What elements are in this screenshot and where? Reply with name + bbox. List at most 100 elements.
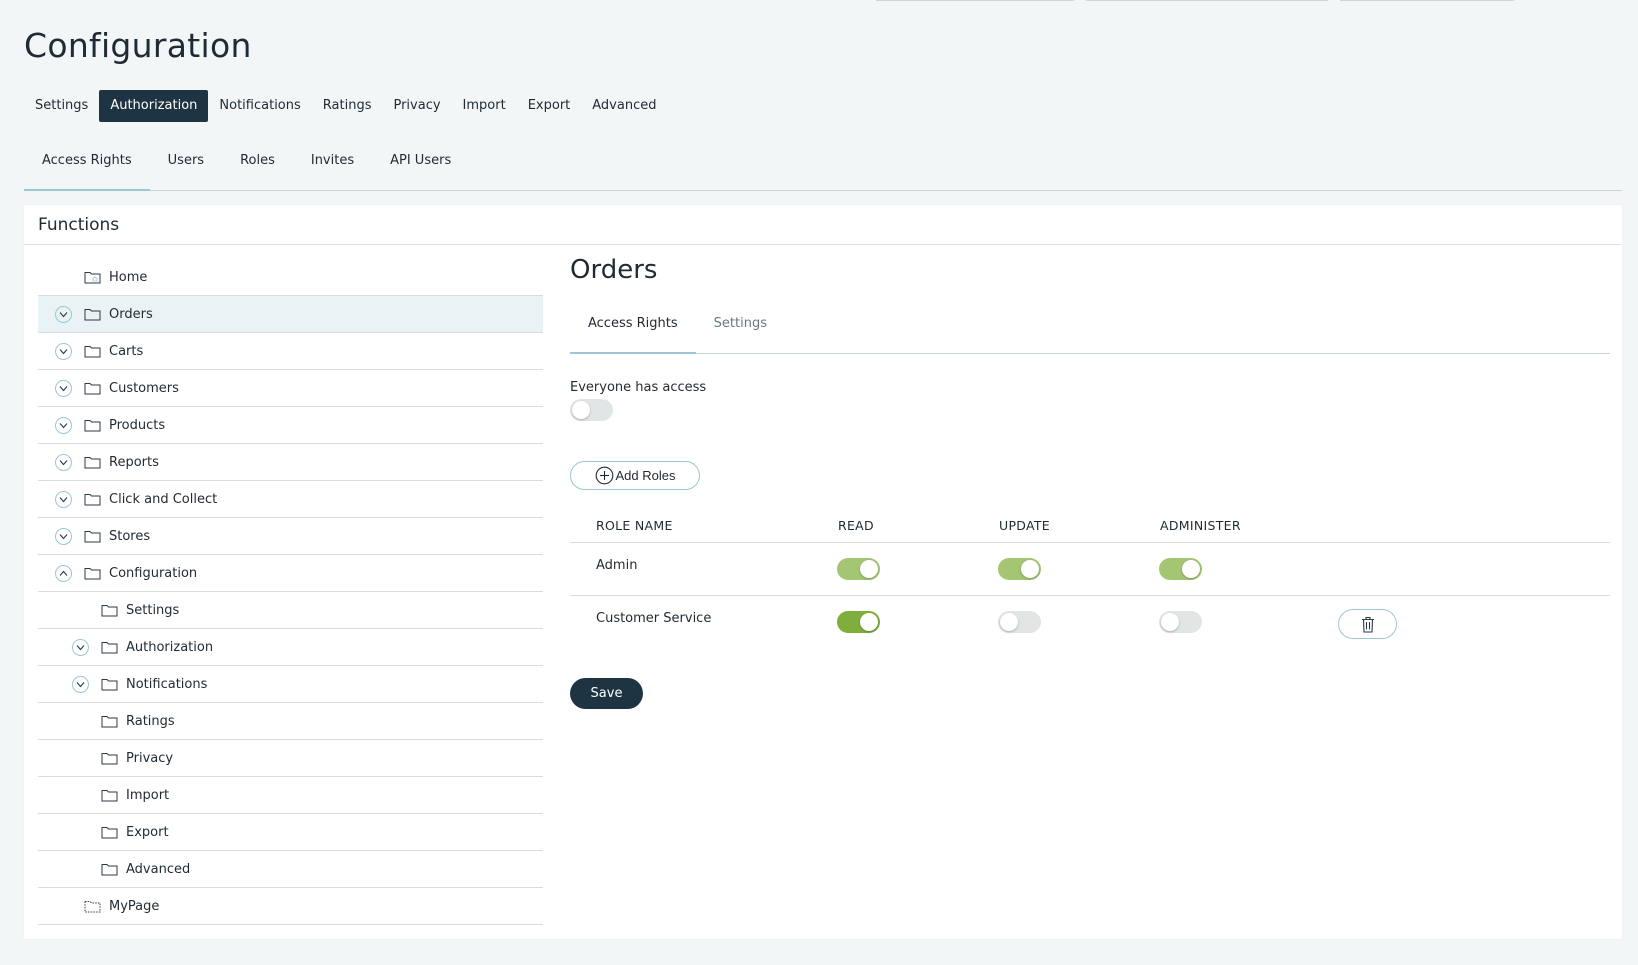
tree-item-label: Privacy <box>126 751 174 766</box>
administer-toggle[interactable] <box>1159 611 1202 633</box>
subtab-api-users[interactable]: API Users <box>372 144 469 191</box>
tab-settings[interactable]: Settings <box>24 90 99 122</box>
tree-item-label: Configuration <box>109 566 198 581</box>
subtab-invites[interactable]: Invites <box>293 144 372 191</box>
tree-item[interactable]: Export <box>38 814 543 851</box>
subtab-roles[interactable]: Roles <box>222 144 293 191</box>
tree-item[interactable]: Home <box>38 259 543 296</box>
tab-privacy[interactable]: Privacy <box>382 90 451 122</box>
update-toggle[interactable] <box>998 558 1041 580</box>
folder-icon <box>84 344 101 362</box>
tree-item-label: Authorization <box>126 640 214 655</box>
chevron-down-icon[interactable] <box>55 306 72 323</box>
tree-item[interactable]: MyPage <box>38 888 543 925</box>
subtab-users[interactable]: Users <box>150 144 222 191</box>
folder-icon <box>84 492 101 510</box>
folder-icon <box>84 566 101 584</box>
tree-item-label: Settings <box>126 603 180 618</box>
tab-notifications[interactable]: Notifications <box>208 90 311 122</box>
folder-icon <box>101 751 118 769</box>
delete-role-button[interactable] <box>1338 609 1397 639</box>
tree-item[interactable]: Settings <box>38 592 543 629</box>
save-button[interactable]: Save <box>570 678 643 709</box>
tree-item[interactable]: Carts <box>38 333 543 370</box>
folder-icon <box>101 788 118 806</box>
folder-icon <box>84 418 101 436</box>
tab-advanced[interactable]: Advanced <box>581 90 667 122</box>
tree-item[interactable]: Orders <box>38 296 543 333</box>
tree-item-label: Stores <box>109 529 151 544</box>
detail-title: Orders <box>570 255 658 285</box>
folder-icon <box>101 825 118 843</box>
main-tabs: Settings Authorization Notifications Rat… <box>24 90 667 122</box>
role-row: Customer Service <box>570 596 1610 649</box>
tree-item[interactable]: Reports <box>38 444 543 481</box>
administer-toggle[interactable] <box>1159 558 1202 580</box>
trash-icon <box>1361 616 1374 633</box>
roles-table: ROLE NAME READ UPDATE ADMINISTER Admin Cu… <box>570 508 1610 649</box>
tree-item[interactable]: Advanced <box>38 851 543 888</box>
folder-icon <box>101 862 118 880</box>
role-name: Admin <box>596 558 638 573</box>
chevron-down-icon[interactable] <box>55 454 72 471</box>
chevron-down-icon[interactable] <box>55 491 72 508</box>
tree-item-label: Export <box>126 825 169 840</box>
tree-item[interactable]: Import <box>38 777 543 814</box>
chevron-down-icon[interactable] <box>55 380 72 397</box>
tree-item[interactable]: Stores <box>38 518 543 555</box>
col-update: UPDATE <box>999 518 1051 533</box>
add-roles-button[interactable]: Add Roles <box>570 461 700 490</box>
folder-icon <box>101 640 118 658</box>
tree-item-label: Home <box>109 270 148 285</box>
detail-tab-access-rights[interactable]: Access Rights <box>570 307 696 354</box>
page-title: Configuration <box>24 26 252 65</box>
sub-tabs: Access Rights Users Roles Invites API Us… <box>24 144 1622 191</box>
functions-panel: Functions Home Orders Carts Customers Produc… <box>24 205 1622 939</box>
tree-item-label: Products <box>109 418 166 433</box>
detail-tab-settings[interactable]: Settings <box>696 307 785 354</box>
tree-item[interactable]: Privacy <box>38 740 543 777</box>
tree-item[interactable]: Authorization <box>38 629 543 666</box>
read-toggle[interactable] <box>837 611 880 633</box>
tree-item-label: Advanced <box>126 862 191 877</box>
tree-item[interactable]: Configuration <box>38 555 543 592</box>
tree-item[interactable]: Notifications <box>38 666 543 703</box>
tree-item-label: Click and Collect <box>109 492 218 507</box>
folder-icon <box>84 381 101 399</box>
chevron-down-icon[interactable] <box>55 343 72 360</box>
chevron-up-icon[interactable] <box>55 565 72 582</box>
chevron-down-icon[interactable] <box>72 676 89 693</box>
folder-icon <box>84 307 101 325</box>
tree-item[interactable]: Click and Collect <box>38 481 543 518</box>
chevron-down-icon[interactable] <box>55 528 72 545</box>
tree-item-label: Reports <box>109 455 159 470</box>
tree-item[interactable]: Products <box>38 407 543 444</box>
read-toggle[interactable] <box>837 558 880 580</box>
tree-item[interactable]: Ratings <box>38 703 543 740</box>
tab-ratings[interactable]: Ratings <box>312 90 383 122</box>
tab-export[interactable]: Export <box>517 90 582 122</box>
folder-icon <box>101 603 118 621</box>
update-toggle[interactable] <box>998 611 1041 633</box>
col-read: READ <box>838 518 874 533</box>
folder-icon <box>101 714 118 732</box>
chevron-down-icon[interactable] <box>72 639 89 656</box>
subtab-access-rights[interactable]: Access Rights <box>24 144 150 191</box>
everyone-access-toggle[interactable] <box>570 399 613 421</box>
folder-icon <box>84 455 101 473</box>
tree-item-label: Customers <box>109 381 179 396</box>
tree-item-label: Notifications <box>126 677 208 692</box>
chevron-down-icon[interactable] <box>55 417 72 434</box>
add-roles-label: Add Roles <box>615 468 676 483</box>
roles-table-header: ROLE NAME READ UPDATE ADMINISTER <box>570 508 1610 543</box>
tree-item[interactable]: Customers <box>38 370 543 407</box>
home-folder-icon <box>84 270 101 288</box>
tab-authorization[interactable]: Authorization <box>99 90 209 122</box>
col-administer: ADMINISTER <box>1160 518 1241 533</box>
folder-icon <box>84 529 101 547</box>
tab-import[interactable]: Import <box>452 90 517 122</box>
col-role-name: ROLE NAME <box>596 518 673 533</box>
functions-tree: Home Orders Carts Customers Products Reports C… <box>38 259 543 925</box>
top-edge-bars <box>0 0 1638 2</box>
tree-item-label: Import <box>126 788 170 803</box>
